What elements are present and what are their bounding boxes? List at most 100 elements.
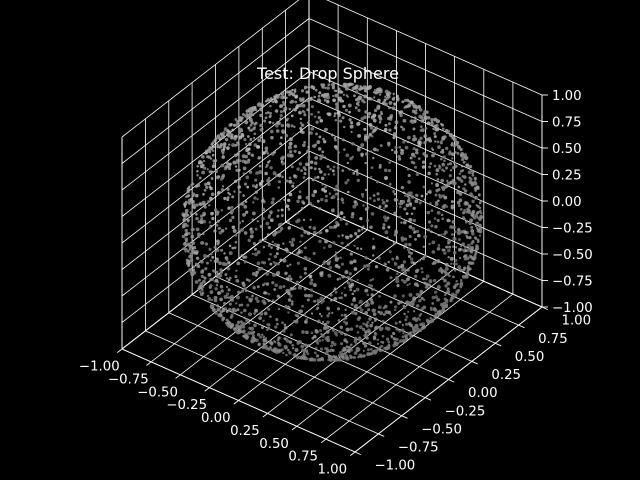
scatter-point [229, 324, 233, 329]
scatter-point [412, 218, 417, 223]
scatter-point [402, 304, 406, 308]
scatter-point [305, 195, 310, 200]
scatter-point [220, 188, 224, 192]
scatter-point [380, 344, 383, 348]
scatter-point [358, 299, 363, 304]
scatter-point [321, 150, 325, 154]
scatter-point [267, 215, 271, 219]
scatter-point [447, 248, 451, 253]
scatter-point [450, 200, 454, 204]
scatter-point [438, 164, 441, 167]
scatter-point [377, 256, 381, 260]
scatter-point [398, 145, 402, 149]
scatter-point [237, 168, 241, 172]
scatter-point [429, 121, 434, 126]
scatter-point [389, 276, 393, 280]
scatter-point [254, 296, 259, 301]
scatter-point [418, 259, 422, 262]
scatter-point [420, 307, 424, 311]
scatter-point [288, 240, 292, 244]
scatter-point [228, 143, 231, 146]
scatter-point [195, 216, 199, 221]
scatter-point [256, 102, 261, 107]
scatter-point [224, 165, 228, 169]
scatter-point [213, 139, 216, 142]
scatter-point [337, 319, 341, 322]
scatter-point [280, 156, 284, 161]
scatter-point [246, 135, 250, 138]
scatter-point [322, 326, 327, 331]
scatter-point [286, 117, 290, 120]
scatter-point [367, 111, 372, 116]
scatter-point [301, 97, 305, 101]
scatter-point [351, 142, 355, 146]
scatter-point [339, 325, 344, 330]
z-tick-label: 0.00 [552, 195, 582, 210]
scatter-point [285, 353, 288, 357]
scatter-point [303, 168, 307, 171]
scatter-point [300, 169, 303, 173]
scatter-point [335, 102, 339, 106]
scatter-point [290, 165, 294, 169]
scatter-point [211, 153, 215, 157]
scatter-point [444, 146, 449, 151]
scatter-point [235, 269, 238, 272]
scatter-point [198, 160, 203, 164]
scatter-point [350, 310, 355, 315]
scatter-point [419, 125, 423, 129]
scatter-point [262, 335, 266, 339]
scatter-point [250, 331, 254, 335]
scatter-point [452, 161, 456, 164]
scatter-point [421, 325, 426, 330]
scatter-point [367, 96, 372, 101]
scatter-point [387, 340, 391, 344]
scatter-point [414, 193, 418, 197]
scatter-point [329, 348, 333, 352]
scatter-point [471, 194, 475, 198]
scatter-point [214, 298, 218, 301]
scatter-point [401, 328, 405, 332]
scatter-point [413, 116, 417, 119]
scatter-point [408, 217, 413, 222]
scatter-point [384, 326, 389, 330]
scatter-point [467, 261, 471, 265]
scatter-point [234, 233, 238, 237]
scatter-point [319, 347, 324, 351]
scatter-point [443, 251, 447, 255]
scatter-point [319, 329, 322, 333]
scatter-point [371, 321, 374, 324]
scatter-point [213, 158, 218, 163]
scatter-point [407, 198, 411, 203]
scatter-point [220, 163, 225, 168]
scatter-point [213, 260, 217, 263]
scatter-point [241, 324, 245, 329]
scatter-point [379, 144, 383, 148]
scatter-point [254, 190, 258, 194]
scatter-point [477, 193, 481, 197]
scatter-point [434, 140, 437, 143]
scatter-point [437, 188, 441, 191]
scatter-point [429, 202, 432, 205]
scatter-point [276, 348, 281, 353]
scatter-point [325, 347, 329, 350]
scatter-point [384, 263, 387, 266]
scatter-point [266, 233, 270, 236]
scatter-point [363, 115, 367, 120]
scatter-point [323, 172, 327, 177]
scatter-point [363, 344, 368, 348]
scatter-point [259, 107, 262, 110]
scatter-point [335, 220, 339, 225]
scatter-point [407, 173, 411, 178]
scatter-point [253, 132, 257, 136]
scatter-point [398, 215, 402, 219]
scatter-point [468, 235, 472, 240]
scatter-point [276, 322, 279, 326]
scatter-point [275, 318, 279, 322]
scatter-point [184, 250, 187, 253]
figure: −1.00 −1.00 −1.00 −0.75 −0.75 −0.75 −0.50 −0.50… [0, 0, 640, 480]
scatter-point [239, 190, 242, 194]
scatter-point [347, 349, 351, 353]
scatter-point [260, 103, 264, 107]
scatter-point [344, 354, 349, 358]
scatter-point [372, 156, 375, 160]
